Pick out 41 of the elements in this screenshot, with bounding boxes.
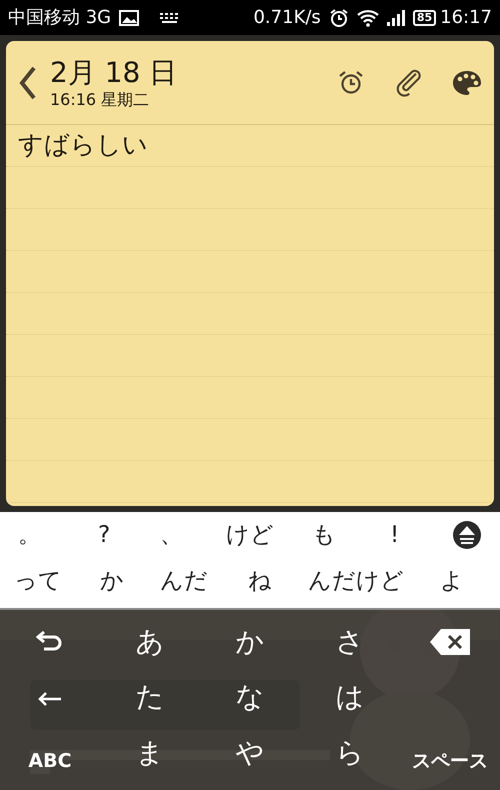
suggestion-word[interactable]: けど xyxy=(226,520,274,550)
kana-key[interactable]: や xyxy=(236,734,264,771)
collapse-icon[interactable] xyxy=(452,520,482,550)
network-speed-text: 0.71K/s xyxy=(253,6,321,30)
suggestion-word[interactable]: ね xyxy=(248,566,272,596)
kana-key[interactable]: は xyxy=(336,679,364,716)
suggestion-word[interactable]: んだ xyxy=(160,566,208,596)
kana-key[interactable]: ま xyxy=(136,734,164,771)
back-icon[interactable] xyxy=(18,66,38,100)
battery-indicator: 85 xyxy=(412,10,436,26)
mode-key[interactable]: スペース xyxy=(412,748,488,773)
undo-icon[interactable] xyxy=(36,630,64,652)
alarm-icon[interactable] xyxy=(338,70,364,96)
suggestion-word[interactable]: って xyxy=(14,566,62,596)
kana-key[interactable]: さ xyxy=(336,624,364,660)
suggestion-word[interactable]: 。 xyxy=(18,520,41,550)
alarm-icon xyxy=(328,8,349,28)
note-text[interactable]: すばらしい xyxy=(18,130,148,160)
suggestion-word[interactable]: 、 xyxy=(160,520,183,550)
suggestion-word[interactable]: も xyxy=(312,520,336,550)
kana-key[interactable]: あ xyxy=(136,624,164,660)
note-date: 2月 18 日 xyxy=(50,56,178,90)
kana-key[interactable]: な xyxy=(236,679,264,716)
wifi-icon xyxy=(356,8,379,26)
suggestion-word[interactable]: んだけど xyxy=(308,566,404,596)
mode-key[interactable]: ABC xyxy=(28,748,72,773)
left-arrow-icon[interactable] xyxy=(38,691,62,708)
palette-icon[interactable] xyxy=(452,70,482,96)
backspace-icon[interactable] xyxy=(429,628,471,656)
kana-key[interactable]: か xyxy=(236,624,264,660)
suggestion-word[interactable]: よ xyxy=(440,566,464,596)
suggestion-word[interactable]: ! xyxy=(390,520,400,550)
note-time: 16:16 星期二 xyxy=(50,90,150,110)
clock-text: 16:17 xyxy=(440,6,492,30)
image-icon xyxy=(119,10,140,26)
suggestion-word[interactable]: ? xyxy=(98,520,110,550)
carrier-text: 中国移动 3G xyxy=(8,6,112,30)
suggestion-word[interactable]: か xyxy=(100,566,124,596)
kana-key[interactable]: ら xyxy=(336,734,364,771)
signal-icon xyxy=(386,10,405,26)
kana-key[interactable]: た xyxy=(136,679,164,716)
